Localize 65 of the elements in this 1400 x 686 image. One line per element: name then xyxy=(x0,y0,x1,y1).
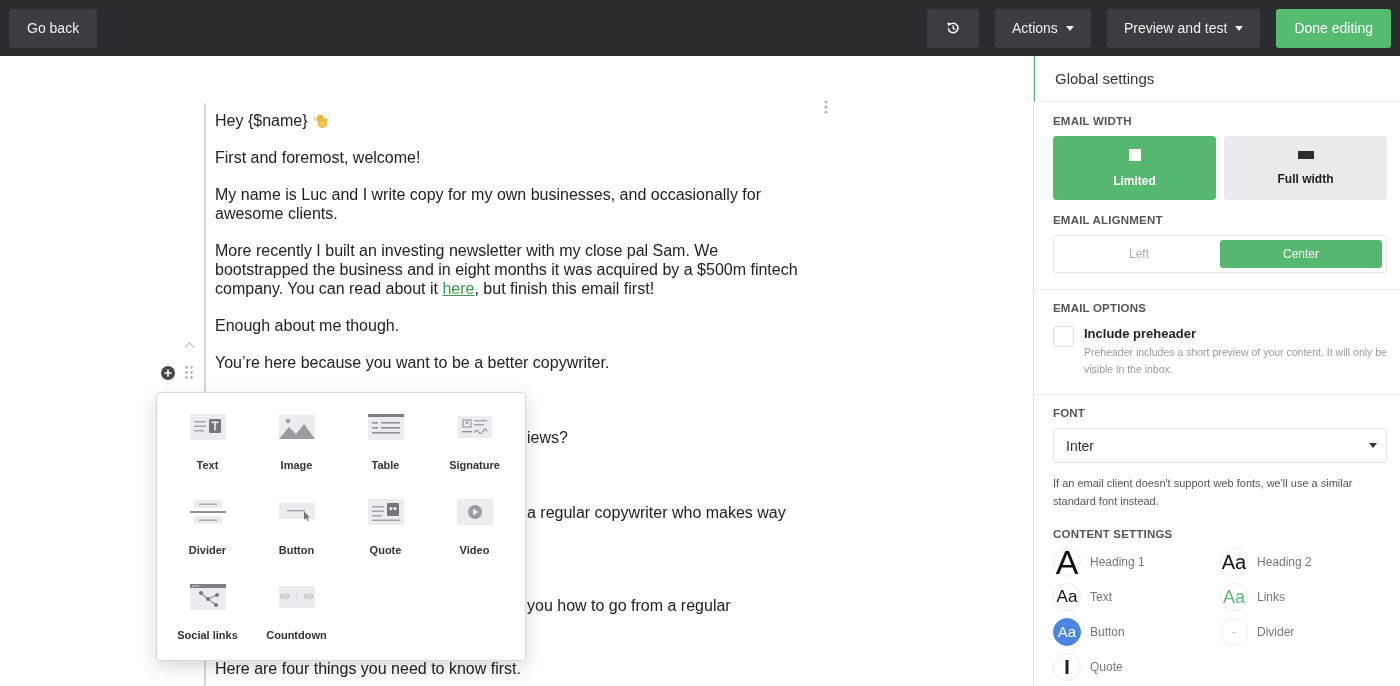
section-label: FONT xyxy=(1053,406,1087,420)
block-type-button[interactable]: Button xyxy=(252,498,341,558)
content-style-item[interactable]: Aa Button xyxy=(1053,618,1220,646)
video-play-icon xyxy=(456,498,493,526)
content-style-item[interactable]: Divider xyxy=(1220,618,1387,646)
caret-icon xyxy=(1065,25,1074,31)
image-icon xyxy=(278,413,315,441)
block-type-button[interactable]: Video xyxy=(430,498,519,558)
content-style-item[interactable]: Aa Text xyxy=(1053,583,1220,611)
drag-handle-icon xyxy=(185,366,193,379)
rectangle-icon xyxy=(1297,150,1314,159)
text-block-icon xyxy=(189,413,226,441)
panel-title: Global settings xyxy=(1034,56,1400,102)
paragraph: you how to go from a regular xyxy=(527,596,732,615)
paragraph: More recently I built an investing newsletter with my close pal Sam. We bootstrapped the business and in eight months it was acquired by a $500m fintech company. You can read about it here, but finish this email first! xyxy=(215,241,799,298)
paragraph: Enough about me though. xyxy=(215,316,401,335)
divider-icon xyxy=(189,498,226,526)
font-sample: Aa xyxy=(1053,618,1081,646)
add-circle-icon xyxy=(161,366,175,380)
paragraph: Here are four things you need to know first. xyxy=(215,659,522,678)
quote-icon xyxy=(367,498,404,526)
font-select[interactable]: Inter xyxy=(1053,428,1387,463)
divider-sample-icon xyxy=(1220,618,1248,646)
quote-sample-icon xyxy=(1053,653,1081,681)
chevron-up-icon xyxy=(184,342,195,348)
paragraph: My name is Luc and I write copy for my own businesses, and occasionally for awesome clients. xyxy=(215,185,763,223)
block-type-button[interactable]: Image xyxy=(252,413,341,473)
font-hint: If an email client doesn't support web fonts, we'll use a similar standard font instead. xyxy=(1053,476,1354,509)
block-type-button[interactable]: Table xyxy=(341,413,430,473)
section-label: EMAIL OPTIONS xyxy=(1053,301,1148,315)
table-icon xyxy=(367,413,404,441)
link[interactable]: here xyxy=(442,280,475,297)
more-vertical-icon xyxy=(824,100,828,114)
paragraph: You’re here because you want to be a better copywriter. xyxy=(215,353,611,372)
option-label: Include preheader xyxy=(1084,326,1197,342)
caret-icon xyxy=(1369,443,1377,448)
paragraph: iews? xyxy=(527,428,569,447)
content-style-item[interactable]: Aa Links xyxy=(1220,583,1387,611)
back-button[interactable]: Go back xyxy=(9,8,98,48)
block-type-button[interactable]: Social links xyxy=(163,583,252,643)
content-style-item[interactable]: Aa Heading 2 xyxy=(1220,548,1387,576)
paragraph: a regular copywriter who makes way xyxy=(527,503,787,522)
history-button[interactable] xyxy=(926,8,979,48)
block-type-button[interactable]: Text xyxy=(163,413,252,473)
block-type-button[interactable]: Divider xyxy=(163,498,252,558)
checkbox[interactable] xyxy=(1053,326,1074,347)
option-description: Preheader includes a short preview of your content. It will only be visible in the inbox. xyxy=(1084,345,1387,377)
content-style-item[interactable]: A Heading 1 xyxy=(1053,548,1220,576)
paragraph: First and foremost, welcome! xyxy=(215,148,422,167)
block-type-button[interactable]: Signature xyxy=(430,413,519,473)
signature-icon xyxy=(456,413,493,441)
section-label: EMAIL WIDTH xyxy=(1053,114,1133,128)
share-nodes-icon xyxy=(189,583,226,611)
width-option[interactable]: Full width xyxy=(1224,136,1387,200)
waving-hand-icon xyxy=(312,111,331,130)
square-icon xyxy=(1128,148,1141,161)
caret-icon xyxy=(1235,25,1244,31)
section-label: CONTENT SETTINGS xyxy=(1053,527,1174,541)
block-type-button[interactable]: Quote xyxy=(341,498,430,558)
section-label: EMAIL ALIGNMENT xyxy=(1053,213,1164,227)
dropdown-button[interactable]: Preview and test xyxy=(1106,8,1261,48)
history-icon xyxy=(945,21,960,35)
greeting-text: Hey {$name} xyxy=(215,111,308,130)
dropdown-button[interactable]: Actions xyxy=(994,8,1091,48)
content-style-item[interactable]: Quote xyxy=(1053,653,1220,681)
